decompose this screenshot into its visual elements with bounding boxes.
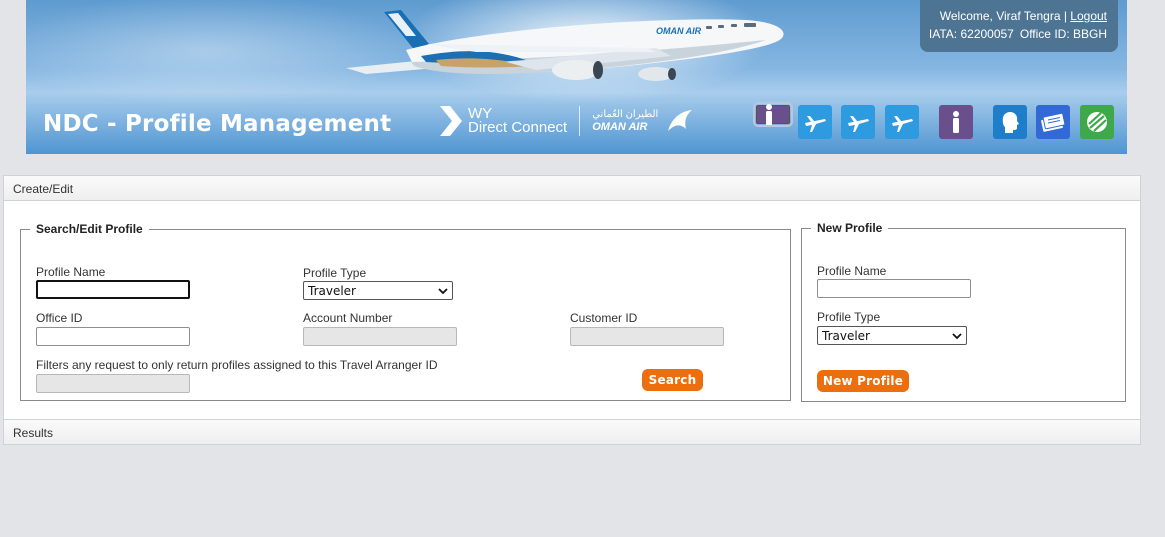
new-profile-legend: New Profile bbox=[817, 221, 883, 235]
new-profile-name-input[interactable] bbox=[817, 279, 971, 298]
plane-icon[interactable] bbox=[798, 105, 832, 139]
head-icon[interactable] bbox=[993, 105, 1027, 139]
globe-icon[interactable] bbox=[1080, 105, 1114, 139]
chevron-down-icon bbox=[952, 332, 962, 339]
new-profile-type-select[interactable]: Traveler bbox=[817, 326, 967, 345]
office-id-text: Office ID: BBGH bbox=[1019, 27, 1107, 41]
new-profile-type-value: Traveler bbox=[822, 328, 870, 343]
profile-type-select[interactable]: Traveler bbox=[303, 281, 453, 300]
search-edit-fieldset: Search/Edit Profile Profile Name Profile… bbox=[20, 222, 791, 401]
office-id-label: Office ID bbox=[36, 311, 83, 325]
livery-text: OMAN AIR bbox=[656, 26, 702, 36]
chevron-logo-icon bbox=[440, 106, 462, 136]
brand-logo: WY Direct Connect الطيران العُماني OMAN … bbox=[438, 104, 694, 138]
logo-divider bbox=[579, 106, 581, 136]
office-id-input[interactable] bbox=[36, 327, 190, 346]
travel-arranger-label: Filters any request to only return profi… bbox=[36, 358, 438, 372]
welcome-text: Welcome, Viraf Tengra | bbox=[939, 9, 1067, 23]
search-edit-legend: Search/Edit Profile bbox=[36, 222, 143, 236]
profile-type-label: Profile Type bbox=[303, 266, 367, 280]
results-title: Results bbox=[13, 426, 54, 440]
user-info-panel: Welcome, Viraf Tengra | Logout IATA: 622… bbox=[920, 0, 1118, 52]
welcome-line: Welcome, Viraf Tengra | Logout bbox=[928, 7, 1107, 25]
airplane-image: OMAN AIR bbox=[346, 10, 784, 81]
profile-type-value: Traveler bbox=[308, 283, 356, 298]
account-line: IATA: 62200057 Office ID: BBGH bbox=[928, 25, 1107, 43]
person-icon[interactable] bbox=[939, 105, 973, 139]
customer-id-input bbox=[570, 327, 724, 346]
create-edit-title: Create/Edit bbox=[13, 182, 74, 196]
profile-name-label: Profile Name bbox=[36, 265, 106, 279]
create-edit-header[interactable]: Create/Edit bbox=[3, 175, 1141, 201]
new-profile-type-label: Profile Type bbox=[817, 310, 881, 324]
create-edit-panel: Search/Edit Profile Profile Name Profile… bbox=[3, 201, 1141, 419]
new-profile-fieldset: New Profile Profile Name Profile Type Tr… bbox=[801, 221, 1126, 402]
travel-arranger-input bbox=[36, 374, 190, 393]
header-banner: OMAN AIR NDC - Profile Management WY Dir… bbox=[26, 0, 1127, 154]
plane-icon[interactable] bbox=[841, 105, 875, 139]
logo-direct-connect: Direct Connect bbox=[468, 119, 568, 136]
oman-air-emblem-icon bbox=[668, 110, 693, 131]
oman-air-arabic: الطيران العُماني bbox=[592, 109, 659, 120]
oman-air-logo: الطيران العُماني OMAN AIR bbox=[592, 109, 658, 133]
profile-name-input[interactable] bbox=[36, 280, 190, 299]
results-header[interactable]: Results bbox=[3, 419, 1141, 445]
oman-air-english: OMAN AIR bbox=[592, 121, 648, 133]
customer-id-label: Customer ID bbox=[570, 311, 638, 325]
page-title: NDC - Profile Management bbox=[43, 111, 392, 137]
person-icon[interactable] bbox=[753, 102, 793, 127]
search-button[interactable]: Search bbox=[642, 369, 703, 391]
new-profile-name-label: Profile Name bbox=[817, 264, 887, 278]
plane-icon[interactable] bbox=[885, 105, 919, 139]
account-number-label: Account Number bbox=[303, 311, 393, 325]
logout-link[interactable]: Logout bbox=[1070, 9, 1107, 23]
new-profile-button[interactable]: New Profile bbox=[817, 370, 909, 392]
iata-number: IATA: 62200057 bbox=[928, 27, 1014, 41]
account-number-input bbox=[303, 327, 457, 346]
wy-direct-connect-text: WY Direct Connect bbox=[468, 106, 568, 136]
tickets-icon[interactable] bbox=[1036, 105, 1070, 139]
chevron-down-icon bbox=[438, 287, 448, 294]
